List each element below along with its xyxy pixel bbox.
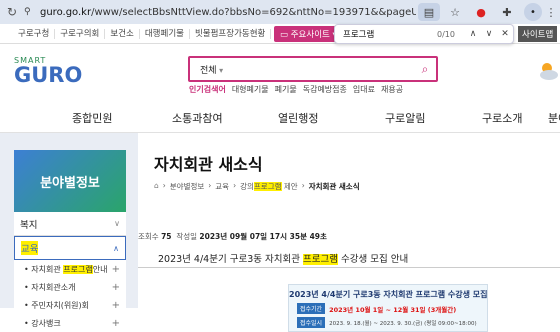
- popular-keyword[interactable]: 독감예방접종: [303, 84, 347, 95]
- search-scope-select[interactable]: 전체: [190, 63, 240, 76]
- crumb-current: 자치회관 새소식: [308, 182, 360, 191]
- site-logo[interactable]: SMART GURO: [14, 56, 82, 86]
- poster-image: 2023년 4/4분기 구로3동 자치회관 프로그램 수강생 모집 접수기간 2…: [288, 284, 488, 332]
- url-field[interactable]: guro.go.kr/www/selectBbsNttView.do?bbsNo…: [40, 7, 416, 18]
- lnb-item-label: 교육: [21, 241, 39, 255]
- extensions-puzzle-icon[interactable]: ✚: [496, 3, 518, 21]
- main-content: 자치회관 새소식 ⌂ › 분야별정보 › 교육 › 강의프로그램 제안 › 자치…: [138, 133, 560, 332]
- plus-icon[interactable]: +: [112, 264, 120, 275]
- crumb-item[interactable]: 강의프로그램 제안: [240, 181, 298, 192]
- gnb-item[interactable]: 분야: [548, 110, 560, 126]
- lnb-item-welfare[interactable]: 복지 ∨: [14, 212, 126, 236]
- lnb-subitem-label: • 자치회관소개: [24, 282, 76, 292]
- site-header: SMART GURO 전체 ⌕ 인기검색어 대형폐기물 폐기물 독감예방접종 임…: [0, 44, 560, 100]
- lnb-title: 분야별정보: [14, 150, 126, 212]
- extension-icon[interactable]: ●: [470, 3, 492, 21]
- plus-icon[interactable]: +: [112, 282, 120, 293]
- main-sites-button[interactable]: ▭ 주요사이트 ▾: [274, 26, 343, 42]
- poster-period: 2023년 10월 1일 ~ 12월 31일 (3개월간): [329, 305, 457, 314]
- popular-keywords: 인기검색어 대형폐기물 폐기물 독감예방접종 임대료 재용공: [189, 84, 403, 95]
- divider: [138, 267, 560, 268]
- page-action-icon[interactable]: ▤: [418, 3, 440, 21]
- lnb-subitem-label: • 자치회관 프로그램안내: [24, 264, 108, 274]
- gnb-item[interactable]: 종합민원: [72, 110, 112, 126]
- search-input[interactable]: [240, 64, 414, 74]
- page-title: 자치회관 새소식: [154, 155, 263, 174]
- poster-row: 접수일시 2023. 9. 18.(월) ~ 2023. 9. 30.(금) (…: [297, 317, 487, 328]
- lnb-item-education[interactable]: 교육 ∧: [14, 236, 126, 260]
- gnb-item[interactable]: 구로소개: [482, 110, 522, 126]
- plus-icon[interactable]: +: [112, 300, 120, 311]
- home-icon[interactable]: ⌂: [154, 181, 159, 192]
- weather-icon: [540, 63, 558, 80]
- logo-guro: GURO: [14, 63, 83, 87]
- browser-address-bar: ↻ ⚲ guro.go.kr/www/selectBbsNttView.do?b…: [0, 0, 560, 24]
- find-in-page-bar: 프로그램 0/10 ∧ ∨ ✕: [334, 24, 514, 44]
- sitemap-button[interactable]: 사이트맵: [518, 26, 558, 42]
- lnb-subitem-label: • 강사뱅크: [24, 318, 61, 328]
- poster-tag: 접수기간: [297, 303, 326, 314]
- topnav-link[interactable]: 구로구의회: [55, 28, 106, 39]
- gnb-item[interactable]: 열린행정: [278, 110, 318, 126]
- profile-avatar[interactable]: •: [524, 3, 542, 21]
- popular-keyword[interactable]: 임대료: [353, 84, 375, 95]
- find-count: 0/10: [437, 29, 455, 39]
- poster-detail: 2023. 9. 18.(월) ~ 2023. 9. 30.(금) (평일 09…: [329, 320, 477, 327]
- topnav-link[interactable]: 구로구청: [0, 28, 56, 39]
- popular-keyword[interactable]: 폐기물: [275, 84, 297, 95]
- find-input[interactable]: 프로그램: [335, 28, 437, 40]
- crumb-sep: ›: [301, 181, 305, 190]
- topnav-link[interactable]: 빗물펌프장가동현황: [190, 28, 272, 39]
- lnb-subitem[interactable]: • 주민자치(위원)회 +: [14, 296, 126, 314]
- find-next-icon[interactable]: ∨: [481, 29, 497, 39]
- popular-keyword[interactable]: 대형폐기물: [232, 84, 269, 95]
- crumb-item[interactable]: 분야별정보: [170, 181, 205, 192]
- lnb-subitem[interactable]: • 자치회관 프로그램안내 +: [14, 260, 126, 278]
- site-search: 전체 ⌕: [188, 56, 438, 82]
- gnb-item[interactable]: 구로알림: [385, 110, 425, 126]
- topnav-link[interactable]: 보건소: [105, 28, 140, 39]
- find-close-icon[interactable]: ✕: [497, 29, 513, 39]
- lnb-item-label: 복지: [20, 219, 38, 231]
- search-icon[interactable]: ⌕: [414, 62, 436, 77]
- post-meta: 조회수 75 작성일 2023년 09월 07일 17시 35분 49초: [138, 232, 327, 241]
- crumb-item[interactable]: 교육: [215, 181, 229, 192]
- poster-title: 2023년 4/4분기 구로3동 자치회관 프로그램 수강생 모집: [289, 290, 488, 299]
- poster-row: 접수기간 2023년 10월 1일 ~ 12월 31일 (3개월간): [297, 303, 487, 314]
- topnav-link[interactable]: 대행페기물: [140, 28, 190, 39]
- site-info-icon[interactable]: ⚲: [24, 7, 40, 17]
- popular-label: 인기검색어: [189, 85, 226, 94]
- gnb-item[interactable]: 소통과참여: [172, 110, 223, 126]
- poster-tag: 접수일시: [297, 317, 326, 328]
- chevron-up-icon: ∧: [113, 243, 119, 253]
- reload-icon[interactable]: ↻: [0, 5, 24, 19]
- crumb-sep: ›: [162, 181, 166, 190]
- monitor-icon: ▭: [280, 30, 291, 40]
- plus-icon[interactable]: +: [112, 318, 120, 329]
- crumb-sep: ›: [233, 181, 237, 190]
- left-nav: 복지 ∨ 교육 ∧ • 자치회관 프로그램안내 + • 자치회관소개 + • 주…: [14, 212, 126, 332]
- chevron-down-icon: ∨: [114, 219, 120, 228]
- post-title: 2023년 4/4분기 구로3동 자치회관 프로그램 수강생 모집 안내: [158, 254, 409, 265]
- browser-menu-icon[interactable]: ⋮: [542, 6, 560, 19]
- crumb-sep: ›: [208, 181, 212, 190]
- lnb-subitem[interactable]: • 강사뱅크 +: [14, 314, 126, 332]
- global-nav: 종합민원 소통과참여 열린행정 구로알림 구로소개 분야: [0, 103, 560, 133]
- popular-keyword[interactable]: 재용공: [381, 84, 403, 95]
- lnb-subitem[interactable]: • 자치회관소개 +: [14, 278, 126, 296]
- bookmark-star-icon[interactable]: ☆: [444, 3, 466, 21]
- find-prev-icon[interactable]: ∧: [465, 29, 481, 39]
- lnb-subitem-label: • 주민자치(위원)회: [24, 300, 90, 310]
- breadcrumb: ⌂ › 분야별정보 › 교육 › 강의프로그램 제안 › 자치회관 새소식: [154, 181, 360, 192]
